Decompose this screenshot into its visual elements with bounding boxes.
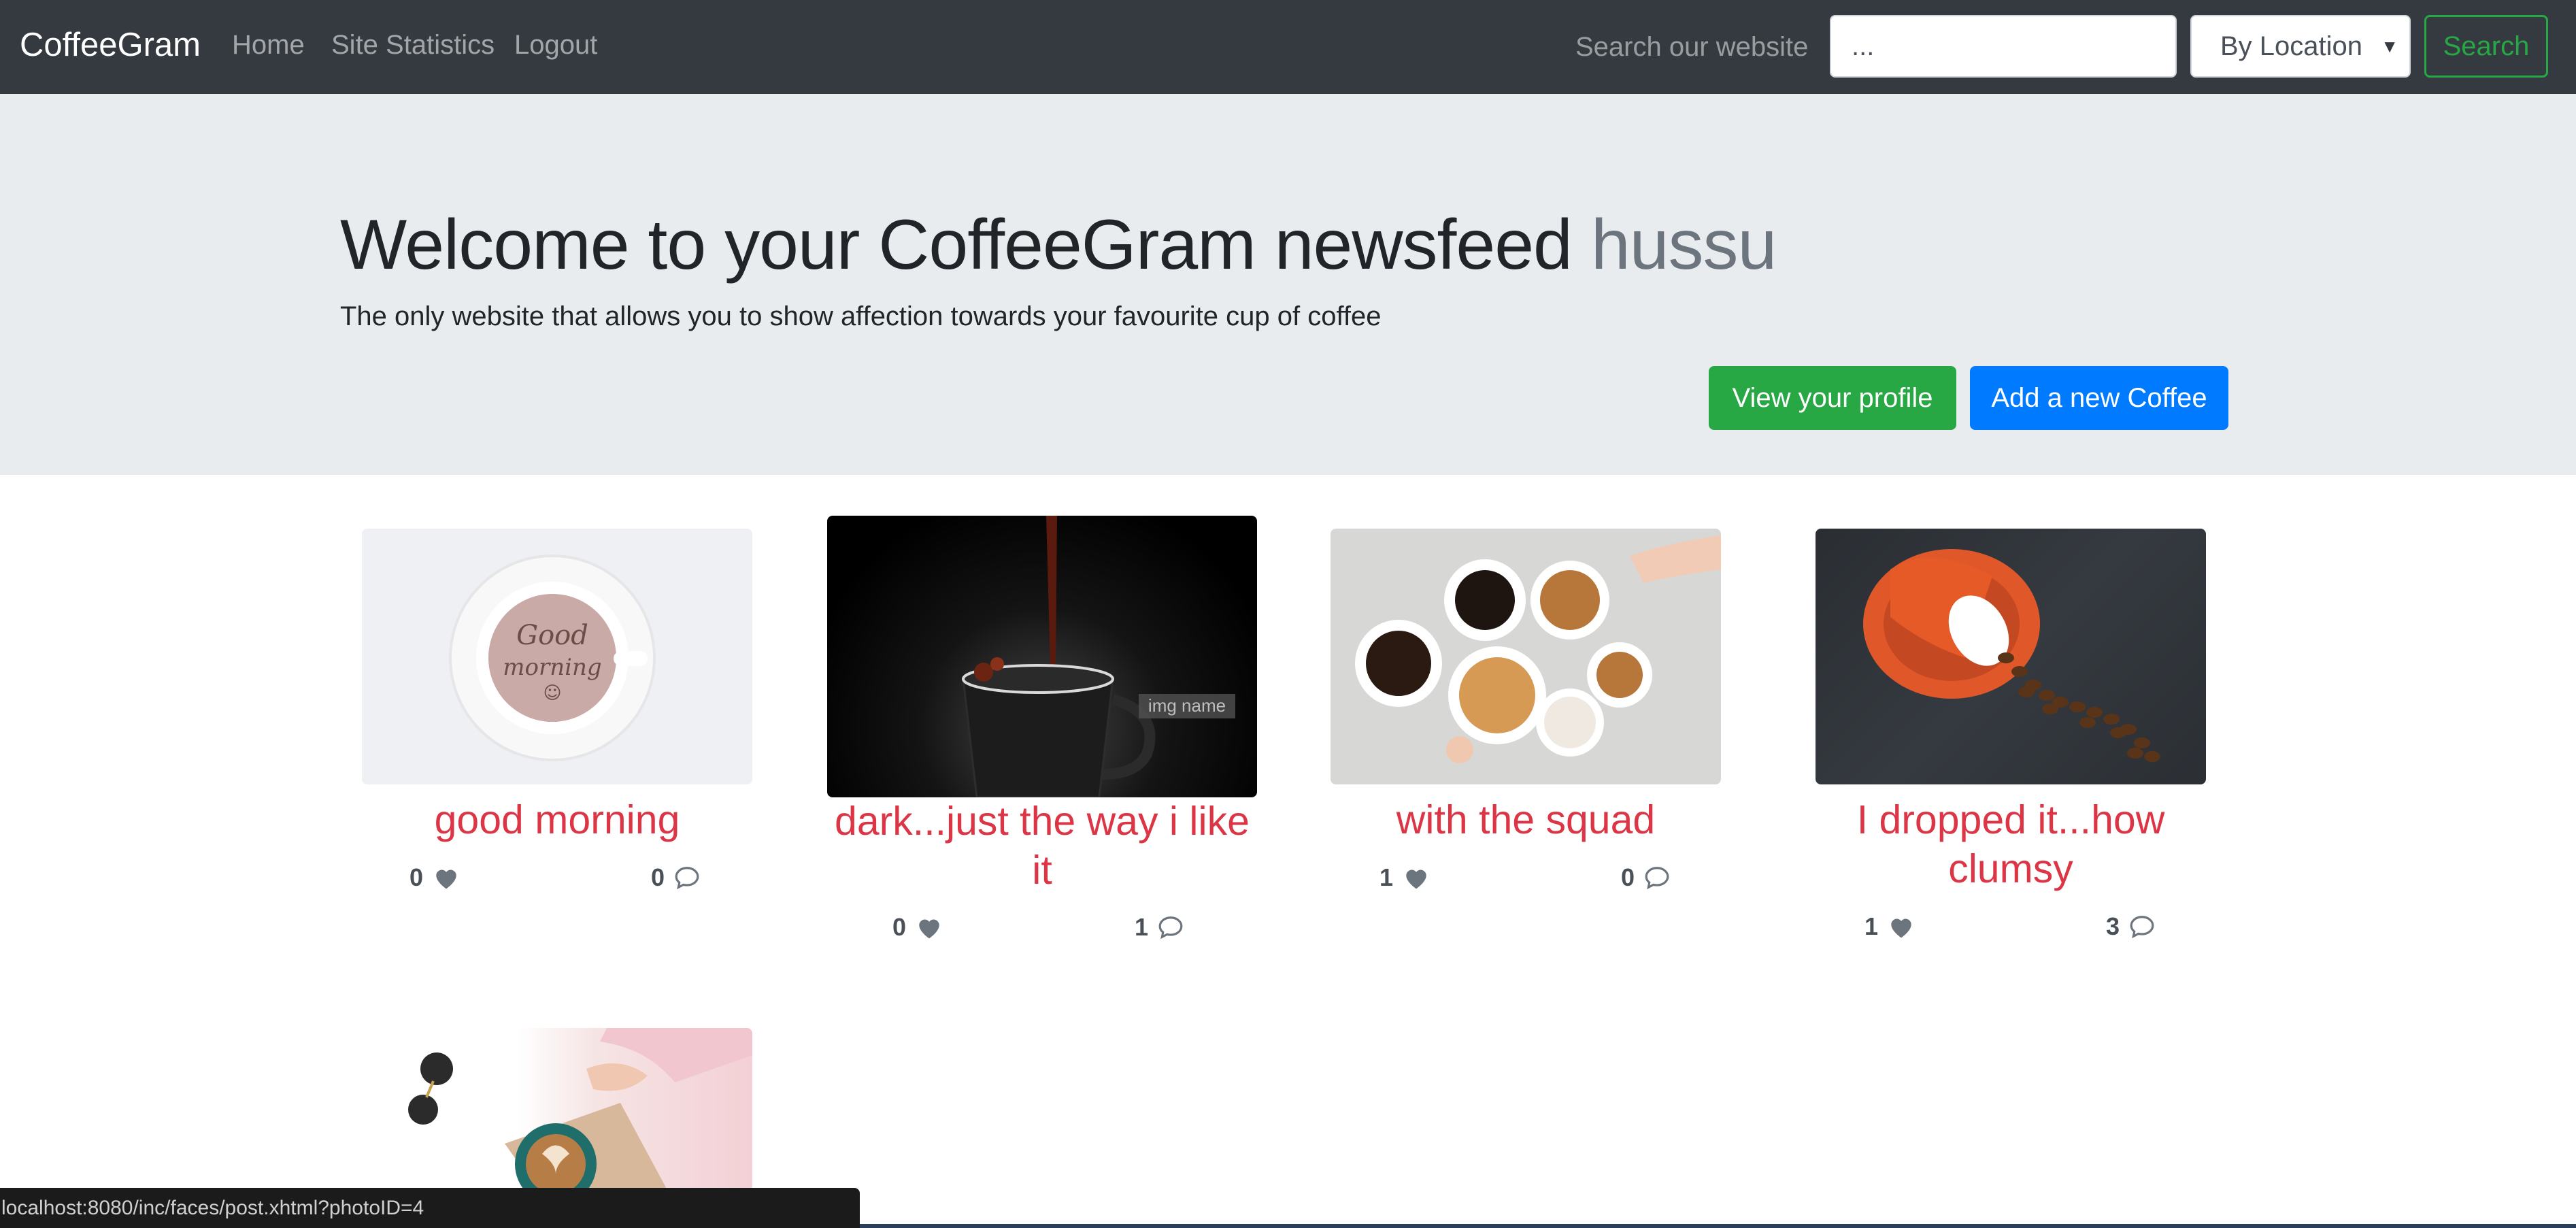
dark-coffee-pour-illustration: img name (962, 516, 1235, 797)
post-card: I dropped it...how clumsy 1 3 (1816, 529, 2206, 971)
comment-icon (675, 867, 699, 890)
spilled-coffee-beans-illustration (1863, 549, 2160, 762)
post-title[interactable]: with the squad (1331, 795, 1721, 844)
post-title[interactable]: I dropped it...how clumsy (1816, 795, 2206, 893)
comment-icon (1158, 916, 1183, 940)
like-count[interactable]: 1 (1379, 863, 1430, 892)
svg-text:Good: Good (516, 620, 588, 651)
top-navbar: CoffeeGram Home Site Statistics Logout S… (0, 0, 2576, 94)
like-count-value: 1 (1864, 912, 1879, 940)
svg-text:morning: morning (503, 654, 601, 681)
comment-count-value: 0 (651, 863, 665, 891)
comment-count-value: 0 (1621, 863, 1635, 891)
comment-count[interactable]: 0 (651, 863, 700, 892)
search-input[interactable] (1830, 15, 2177, 78)
comment-count[interactable]: 1 (1135, 913, 1184, 942)
post-card: with the squad 1 0 (1331, 529, 1721, 891)
post-image[interactable] (1331, 529, 1721, 784)
comment-count[interactable]: 0 (1621, 863, 1670, 892)
svg-text:☺: ☺ (543, 683, 561, 703)
coffee-cups-table-illustration (1355, 535, 1721, 763)
bottom-edge-line (860, 1224, 2576, 1228)
heart-icon (1891, 918, 1911, 938)
welcome-text: Welcome to your CoffeeGram newsfeed (340, 205, 1573, 284)
username: hussu (1590, 205, 1777, 284)
nav-home-link[interactable]: Home (232, 30, 305, 61)
welcome-heading: Welcome to your CoffeeGram newsfeed huss… (340, 205, 1777, 286)
comment-count[interactable]: 3 (2106, 912, 2155, 941)
brand-logo[interactable]: CoffeeGram (20, 26, 201, 64)
post-image[interactable] (362, 1028, 752, 1191)
lead-text: The only website that allows you to show… (340, 301, 1382, 331)
view-profile-button[interactable]: View your profile (1709, 366, 1956, 430)
search-button[interactable]: Search (2424, 15, 2548, 78)
post-image[interactable] (1816, 529, 2206, 784)
like-count-value: 1 (1379, 863, 1394, 891)
like-count[interactable]: 0 (409, 863, 460, 892)
heart-icon (919, 919, 939, 939)
nav-logout-link[interactable]: Logout (514, 30, 597, 61)
post-title[interactable]: good morning (362, 795, 752, 844)
nav-site-statistics-link[interactable]: Site Statistics (331, 30, 495, 61)
comment-icon (2130, 916, 2154, 939)
like-count-value: 0 (892, 913, 907, 941)
caret-down-icon: ▼ (2381, 36, 2398, 56)
like-count[interactable]: 1 (1864, 912, 1915, 941)
post-card (362, 1028, 752, 1191)
post-title[interactable]: dark...just the way i like it (827, 797, 1257, 895)
like-count-value: 0 (409, 863, 424, 891)
image-alt-text: img name (1148, 695, 1226, 716)
heart-icon (1406, 869, 1426, 889)
comment-count-value: 3 (2106, 912, 2120, 940)
comment-icon (1645, 867, 1669, 890)
post-card: Good morning ☺ good morning 0 0 (362, 529, 752, 891)
latte-sunglasses-illustration (408, 1028, 752, 1191)
post-card: img name dark...just the way i like it 0… (827, 516, 1257, 958)
search-filter-select[interactable]: By Location ▼ (2190, 15, 2411, 78)
heart-icon (436, 869, 456, 889)
like-count[interactable]: 0 (892, 913, 943, 942)
coffee-cup-illustration: Good morning ☺ (449, 554, 656, 761)
add-coffee-button[interactable]: Add a new Coffee (1970, 366, 2228, 430)
browser-status-bar: localhost:8080/inc/faces/post.xhtml?phot… (0, 1188, 860, 1228)
post-image[interactable]: img name (827, 516, 1257, 797)
comment-count-value: 1 (1135, 913, 1149, 941)
search-filter-selected: By Location (2220, 31, 2363, 61)
welcome-jumbotron: Welcome to your CoffeeGram newsfeed huss… (0, 94, 2576, 475)
search-label: Search our website (1575, 32, 1809, 62)
post-image[interactable]: Good morning ☺ (362, 529, 752, 784)
